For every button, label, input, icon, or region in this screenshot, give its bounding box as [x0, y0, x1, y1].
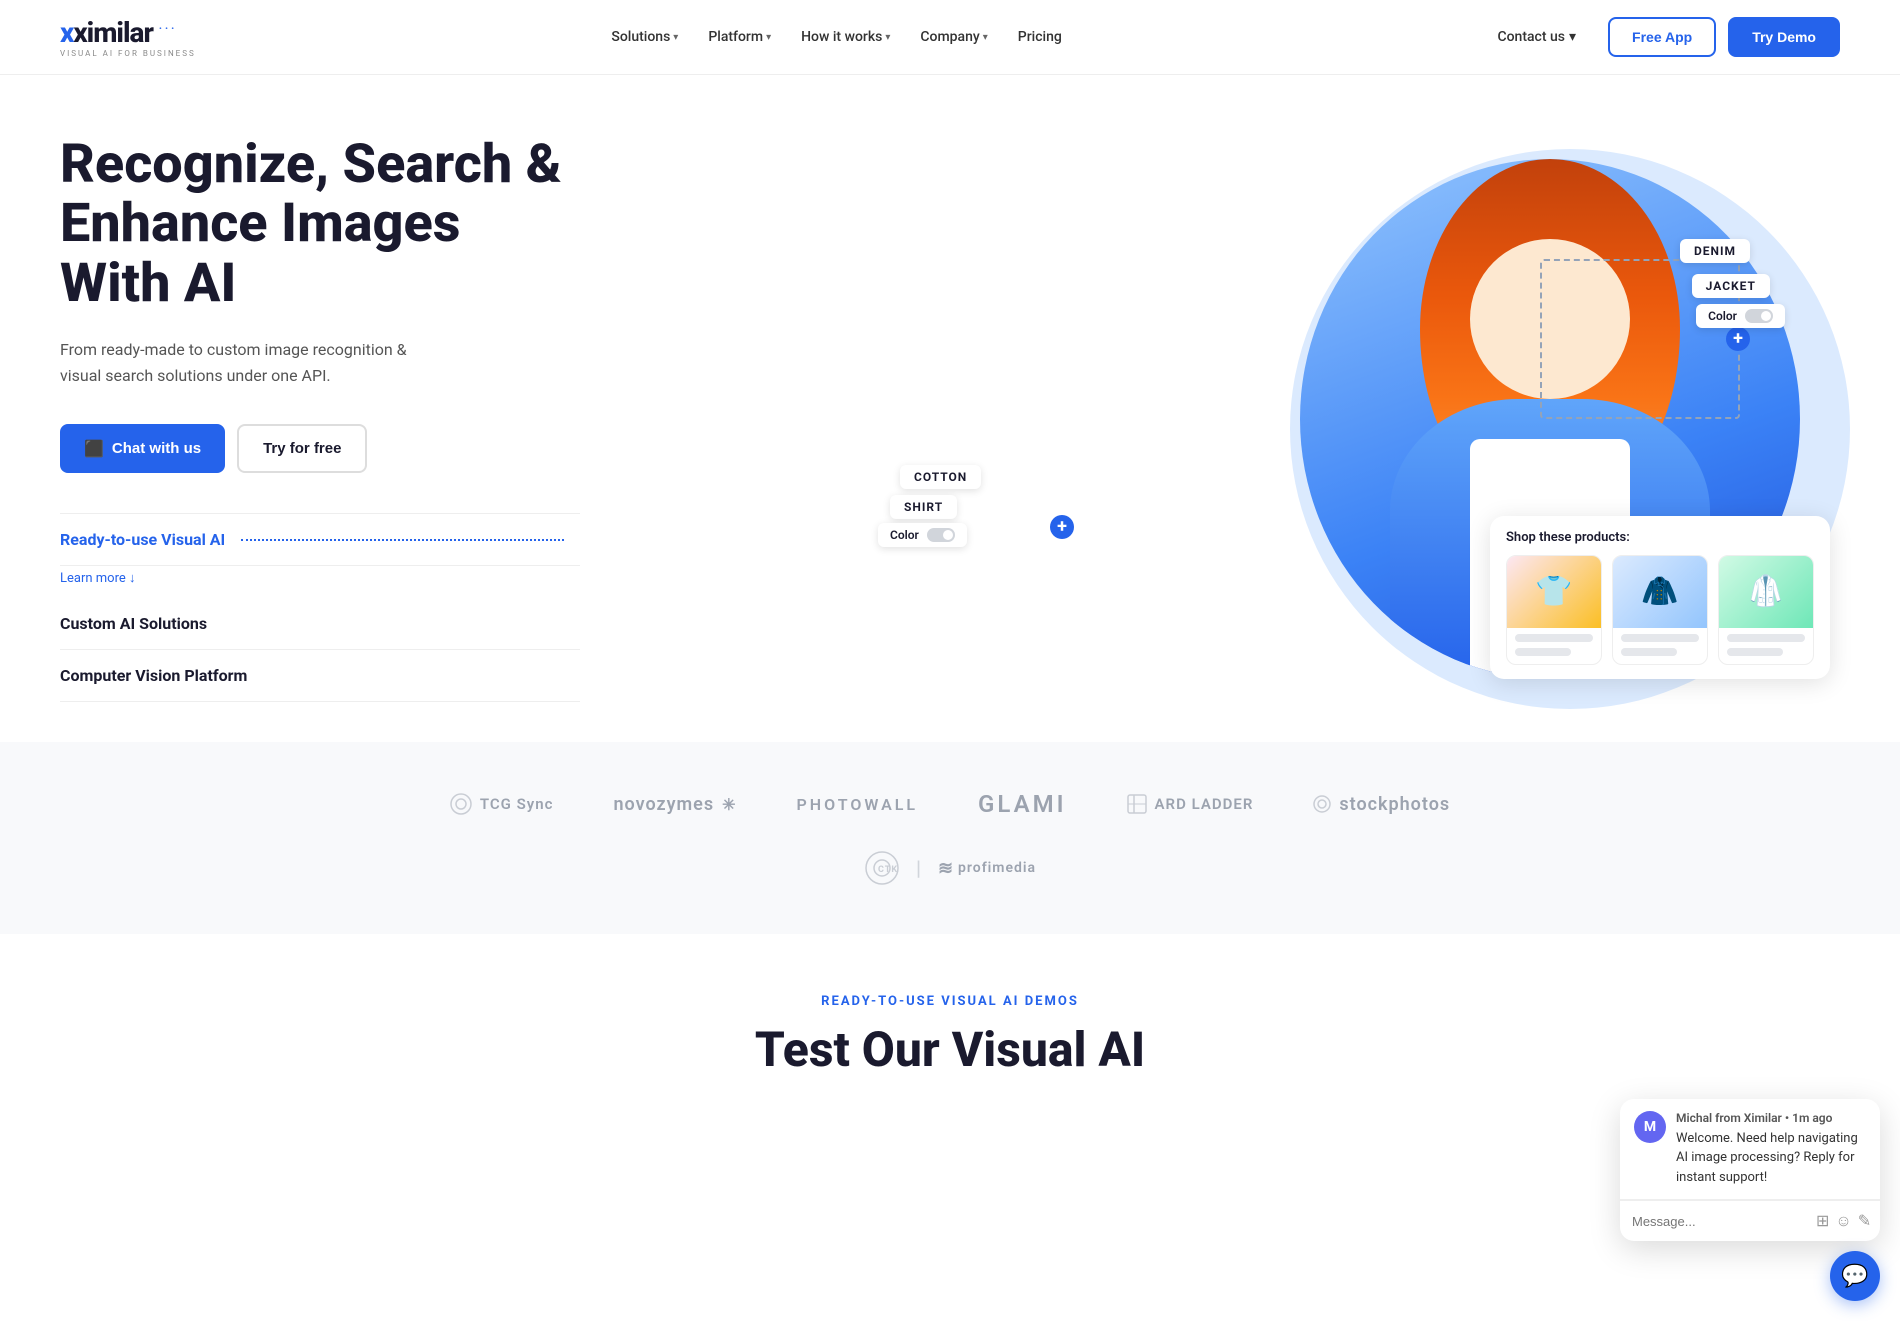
logo-cardladder: ARD LADDER: [1127, 794, 1254, 814]
shop-title: Shop these products:: [1506, 530, 1814, 545]
nav-right: Contact us ▾ Free App Try Demo: [1477, 17, 1840, 57]
chevron-down-icon: ▾: [983, 32, 988, 43]
tab-learn-more[interactable]: Learn more ↓: [60, 566, 580, 598]
shop-item-image-2: 🧥: [1613, 556, 1707, 628]
chat-from: Michal from Ximilar • 1m ago: [1676, 1111, 1866, 1125]
chat-input[interactable]: [1632, 1214, 1808, 1229]
chat-bubble-button[interactable]: 💬: [1830, 1251, 1880, 1301]
shop-item-bar2-2: [1621, 648, 1677, 656]
profimedia-wave-icon: ≋: [938, 858, 954, 879]
shop-item-2[interactable]: 🧥: [1612, 555, 1708, 665]
plus-icon-right: +: [1726, 327, 1750, 351]
chat-message: Welcome. Need help navigating AI image p…: [1676, 1129, 1866, 1188]
shop-item-bar2-3: [1727, 648, 1783, 656]
nav-solutions[interactable]: Solutions ▾: [599, 21, 690, 53]
try-demo-button[interactable]: Try Demo: [1728, 17, 1840, 57]
chat-bubble-icon: 💬: [1841, 1264, 1868, 1289]
hero-left: Recognize, Search & Enhance Images With …: [60, 135, 580, 702]
stockphotos-icon: [1313, 795, 1331, 813]
tag-cotton: COTTON: [900, 465, 981, 489]
navbar: xximilar ··· VISUAL AI FOR BUSINESS Solu…: [0, 0, 1900, 75]
chat-action-icons: ⊞ ☺ ✎: [1816, 1211, 1871, 1231]
contact-us-button[interactable]: Contact us ▾: [1477, 19, 1596, 55]
free-app-button[interactable]: Free App: [1608, 17, 1716, 57]
logos-row-2: CTK | ≋ profimedia: [864, 850, 1036, 886]
tab-dots: [241, 539, 564, 541]
tag-color-left: Color: [878, 523, 967, 547]
tab-computer-vision[interactable]: Computer Vision Platform: [60, 650, 580, 702]
chat-header-inner: M Michal from Ximilar • 1m ago Welcome. …: [1634, 1111, 1866, 1188]
plus-icon-bottom: +: [1050, 515, 1074, 539]
tab-computer-vision-label: Computer Vision Platform: [60, 666, 247, 685]
shop-item-image-3: 🥼: [1719, 556, 1813, 628]
hero-title: Recognize, Search & Enhance Images With …: [60, 135, 580, 313]
shop-item-bar-1: [1515, 634, 1593, 642]
cardladder-icon: [1127, 794, 1147, 814]
chat-header: M Michal from Ximilar • 1m ago Welcome. …: [1620, 1099, 1880, 1201]
chevron-down-icon: ▾: [673, 32, 678, 43]
shop-panel: Shop these products: 👕 🧥 🥼: [1490, 516, 1830, 679]
divider: |: [916, 856, 922, 880]
logo-glami: GLAMI: [978, 790, 1066, 818]
tag-denim: DENIM: [1680, 239, 1750, 263]
tag-color-right: Color: [1696, 304, 1785, 328]
tab-custom-ai-label: Custom AI Solutions: [60, 614, 207, 633]
shop-item-bar-3: [1727, 634, 1805, 642]
chevron-down-icon: ▾: [766, 32, 771, 43]
nav-company[interactable]: Company ▾: [908, 21, 999, 53]
chat-with-us-button[interactable]: ⬛ Chat with us: [60, 424, 225, 473]
color-toggle-2[interactable]: [927, 528, 955, 542]
logo[interactable]: xximilar ··· VISUAL AI FOR BUSINESS: [60, 16, 196, 58]
brand-name: xximilar ···: [60, 16, 196, 49]
logos-section: TCG Sync novozymes ✳ PHOTOWALL GLAMI ARD…: [0, 742, 1900, 934]
nav-links: Solutions ▾ Platform ▾ How it works ▾ Co…: [599, 21, 1073, 53]
hero-visual: DENIM JACKET Color + COTTON SHIRT Color …: [580, 139, 1840, 699]
shop-item-1[interactable]: 👕: [1506, 555, 1602, 665]
logo-stockphotos: stockphotos: [1313, 794, 1450, 815]
hero-section: Recognize, Search & Enhance Images With …: [0, 75, 1900, 742]
brand-tagline: VISUAL AI FOR BUSINESS: [60, 49, 196, 58]
hero-buttons: ⬛ Chat with us Try for free: [60, 424, 580, 473]
shop-item-3[interactable]: 🥼: [1718, 555, 1814, 665]
bottom-section: READY-TO-USE VISUAL AI DEMOS Test Our Vi…: [0, 934, 1900, 1118]
ctk-icon: CTK: [864, 850, 900, 886]
try-for-free-button[interactable]: Try for free: [237, 424, 367, 473]
bottom-section-label: READY-TO-USE VISUAL AI DEMOS: [60, 994, 1840, 1009]
chevron-down-icon: ▾: [885, 32, 890, 43]
tab-ready-to-use-label: Ready-to-use Visual AI: [60, 530, 225, 549]
tag-jacket: JACKET: [1692, 274, 1770, 298]
shop-item-bar-2: [1621, 634, 1699, 642]
shop-items: 👕 🧥 🥼: [1506, 555, 1814, 665]
color-toggle[interactable]: [1745, 309, 1773, 323]
tab-custom-ai[interactable]: Custom AI Solutions: [60, 598, 580, 650]
chat-widget: M Michal from Ximilar • 1m ago Welcome. …: [1620, 1099, 1880, 1242]
logo-photowall: PHOTOWALL: [797, 795, 919, 814]
chat-content: Michal from Ximilar • 1m ago Welcome. Ne…: [1676, 1111, 1866, 1188]
logo-tcgsync: TCG Sync: [450, 793, 554, 815]
attachment-icon[interactable]: ✎: [1858, 1211, 1871, 1231]
logo-ctk-profimedia: CTK | ≋ profimedia: [864, 850, 1036, 886]
bottom-section-title: Test Our Visual AI: [60, 1021, 1840, 1078]
tcgsync-icon: [450, 793, 472, 815]
logo-novozymes: novozymes ✳: [613, 794, 736, 815]
chat-icon: ⬛: [84, 439, 104, 459]
nav-pricing[interactable]: Pricing: [1006, 21, 1074, 53]
logos-row-1: TCG Sync novozymes ✳ PHOTOWALL GLAMI ARD…: [450, 790, 1450, 818]
tab-ready-to-use[interactable]: Ready-to-use Visual AI: [60, 514, 580, 566]
chat-input-area: ⊞ ☺ ✎: [1620, 1200, 1880, 1241]
chat-avatar: M: [1634, 1111, 1666, 1143]
svg-text:CTK: CTK: [878, 865, 898, 875]
tag-shirt: SHIRT: [890, 495, 957, 519]
arrow-down-icon: ↓: [129, 571, 136, 586]
chevron-down-icon: ▾: [1569, 29, 1576, 45]
image-icon[interactable]: ⊞: [1816, 1211, 1829, 1231]
hero-tabs: Ready-to-use Visual AI Learn more ↓ Cust…: [60, 513, 580, 702]
shop-item-image-1: 👕: [1507, 556, 1601, 628]
shop-item-bar2-1: [1515, 648, 1571, 656]
nav-platform[interactable]: Platform ▾: [696, 21, 783, 53]
nav-how-it-works[interactable]: How it works ▾: [789, 21, 902, 53]
emoji-icon[interactable]: ☺: [1835, 1211, 1851, 1231]
hero-subtitle: From ready-made to custom image recognit…: [60, 337, 440, 388]
novozymes-icon: ✳: [722, 795, 736, 814]
